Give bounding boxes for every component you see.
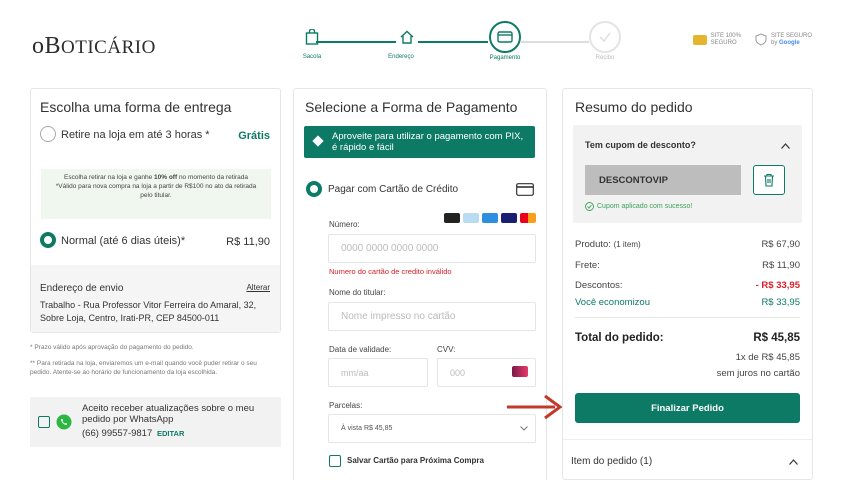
security-badges: SITE 100% SEGURO SITE SEGURO by Google <box>692 33 812 46</box>
whatsapp-text: Aceito receber atualizações sobre o meu … <box>82 403 255 425</box>
brand-logo[interactable]: oBOTICÁRIO <box>32 33 156 60</box>
elo-icon <box>444 213 460 223</box>
order-items-toggle[interactable]: Item do pedido (1) <box>571 456 652 467</box>
cvv-card-icon <box>512 366 528 377</box>
holder-label: Nome do titular: <box>329 288 386 297</box>
save-card-checkbox[interactable] <box>329 455 341 467</box>
checkout-steps: Sacola Endereço Pagamento Recibo <box>296 21 636 72</box>
cvv-label: CVV: <box>437 345 456 354</box>
step-sacola: Sacola <box>296 26 328 60</box>
coupon-box: Tem cupom de desconto? DESCONTOVIP Cupom… <box>573 125 802 223</box>
credit-card-icon <box>516 183 534 196</box>
step-recibo: Recibo <box>584 21 626 61</box>
installment-line: 1x de R$ 45,85 <box>735 352 800 363</box>
credit-card-radio[interactable] <box>306 181 322 197</box>
normal-shipping-price: R$ 11,90 <box>226 236 270 248</box>
pix-icon <box>312 135 324 147</box>
product-row: Produto: (1 item) R$ 67,90 <box>575 239 800 250</box>
amex-icon <box>482 213 498 223</box>
holder-input[interactable]: Nome impresso no cartão <box>328 302 536 331</box>
delivery-panel: Escolha uma forma de entrega Retire na l… <box>30 88 281 333</box>
whatsapp-edit-link[interactable]: EDITAR <box>157 429 184 438</box>
site-seguro-badge: SITE 100% SEGURO <box>692 33 741 46</box>
whatsapp-icon <box>56 414 72 430</box>
diners-icon <box>463 213 479 223</box>
discount-row: Descontos: - R$ 33,95 <box>575 280 800 291</box>
total-row: Total do pedido: R$ 45,85 <box>575 332 800 344</box>
chevron-up-icon[interactable] <box>781 143 790 149</box>
coupon-input[interactable]: DESCONTOVIP <box>585 165 741 195</box>
address-change-link[interactable]: Alterar <box>246 283 270 292</box>
success-check-icon <box>585 202 594 211</box>
card-brands <box>444 213 536 223</box>
pickup-radio[interactable] <box>40 126 56 142</box>
step-endereco: Endereço <box>384 26 418 60</box>
home-icon <box>396 26 418 48</box>
payment-title: Selecione a Forma de Pagamento <box>305 99 518 115</box>
step-pagamento: Pagamento <box>484 21 526 61</box>
credit-card-label[interactable]: Pagar com Cartão de Crédito <box>328 184 458 195</box>
installments-label: Parcelas: <box>329 401 363 410</box>
visa-icon <box>501 213 517 223</box>
pickup-label[interactable]: Retire na loja em até 3 horas * <box>61 129 210 141</box>
footnote-2: ** Para retirada na loja, enviaremos um … <box>30 360 257 377</box>
expiry-input[interactable]: mm/aa <box>328 358 428 387</box>
bag-icon <box>301 26 323 48</box>
shield-icon <box>755 33 767 46</box>
card-number-input[interactable]: 0000 0000 0000 0000 <box>328 234 536 263</box>
lock-icon <box>692 34 707 45</box>
trash-icon <box>764 173 774 187</box>
pix-banner[interactable]: Aproveite para utilizar o pagamento com … <box>304 126 535 158</box>
whatsapp-optin: Aceito receber atualizações sobre o meu … <box>30 397 281 447</box>
card-number-label: Número: <box>329 220 360 229</box>
pickup-price: Grátis <box>238 130 270 142</box>
pickup-promo: Escolha retirar na loja e ganhe 10% off … <box>41 169 271 219</box>
normal-shipping-radio[interactable] <box>40 232 56 248</box>
address-text: Trabalho - Rua Professor Vitor Ferreira … <box>40 300 257 324</box>
coupon-question: Tem cupom de desconto? <box>585 140 696 150</box>
remove-coupon-button[interactable] <box>753 165 785 195</box>
summary-panel: Resumo do pedido Tem cupom de desconto? … <box>562 88 813 480</box>
google-safe-badge: SITE SEGURO by Google <box>755 33 812 46</box>
arrow-annotation-icon <box>507 394 563 420</box>
summary-title: Resumo do pedido <box>575 99 693 115</box>
chevron-down-icon <box>520 426 528 431</box>
shipping-address: Endereço de envio Alterar Trabalho - Rua… <box>31 265 280 332</box>
address-title: Endereço de envio <box>40 283 124 294</box>
checkout-button[interactable]: Finalizar Pedido <box>575 393 800 423</box>
card-icon <box>489 21 521 53</box>
whatsapp-phone: (66) 99557-9817 <box>82 428 153 439</box>
chevron-up-icon[interactable] <box>789 459 798 465</box>
delivery-title: Escolha uma forma de entrega <box>40 99 232 115</box>
shipping-row: Frete: R$ 11,90 <box>575 260 800 271</box>
footnote-1: * Prazo válido após aprovação do pagamen… <box>30 344 194 351</box>
coupon-success-message: Cupom aplicado com sucesso! <box>597 203 693 210</box>
expiry-label: Data de validade: <box>329 345 392 354</box>
whatsapp-checkbox[interactable] <box>38 416 50 428</box>
mastercard-icon <box>520 213 536 223</box>
normal-shipping-label[interactable]: Normal (até 6 dias úteis)* <box>61 235 185 247</box>
save-card-label[interactable]: Salvar Cartão para Próxima Compra <box>347 456 484 465</box>
interest-line: sem juros no cartão <box>716 368 800 379</box>
savings-row: Você economizou R$ 33,95 <box>575 297 800 308</box>
check-icon <box>589 21 621 53</box>
card-number-error: Numero do cartão de credito inválido <box>329 267 452 276</box>
